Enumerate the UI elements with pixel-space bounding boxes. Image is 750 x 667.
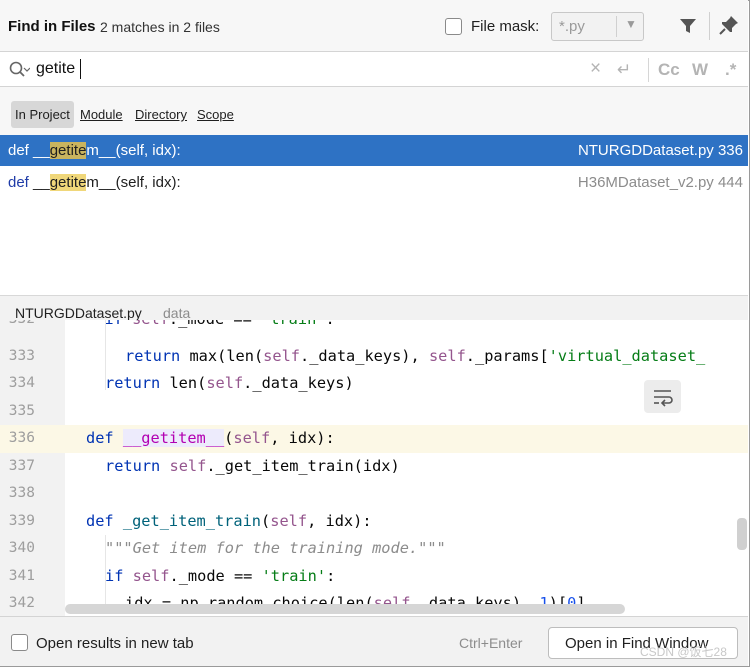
file-mask-value: *.py [559,18,585,35]
line-number: 336 [8,430,35,446]
open-new-tab-label[interactable]: Open results in new tab [36,635,194,652]
result-keyword: def [8,174,29,191]
tab-module[interactable]: Module [76,101,127,128]
match-summary: 2 matches in 2 files [100,19,220,35]
line-number: 341 [8,568,35,584]
file-mask-checkbox[interactable] [445,18,462,35]
result-row[interactable]: def __getitem__(self, idx): H36MDataset_… [0,167,748,198]
file-mask-label: File mask: [471,18,540,35]
dialog-title: Find in Files [8,18,96,35]
line-number: 332 [0,320,35,327]
header-separator [709,12,710,40]
code-line: 334 return len(self._data_keys) [0,370,748,398]
code-text: return self._get_item_train(idx) [105,457,400,475]
tab-in-project[interactable]: In Project [11,101,74,128]
result-file-location: H36MDataset_v2.py 444 [577,174,743,191]
result-code: def __getitem__(self, idx): [8,142,181,159]
line-number: 334 [8,375,35,391]
result-suffix: m__(self, idx): [86,174,181,191]
tab-label: Directory [135,107,188,122]
new-line-icon[interactable]: ↵ [617,60,631,80]
code-line: 338 [0,480,748,508]
line-number: 339 [8,513,35,529]
soft-wrap-icon [654,390,673,407]
tab-label: Module [80,107,123,122]
code-text: def _get_item_train(self, idx): [86,512,372,530]
result-suffix: m__(self, idx): [86,142,181,159]
text-caret [80,59,81,79]
search-input[interactable]: getite [36,60,75,78]
soft-wrap-button[interactable] [644,380,681,413]
pin-icon[interactable] [717,13,741,37]
clear-icon[interactable]: × [590,58,601,80]
chevron-down-icon[interactable]: ▼ [625,17,637,31]
result-prefix: __ [33,142,50,159]
line-number: 342 [8,595,35,611]
vertical-scrollbar[interactable] [737,518,747,550]
code-text: if self._mode == 'train': [105,567,336,585]
tab-scope[interactable]: Scope [193,101,238,128]
shortcut-hint: Ctrl+Enter [459,635,523,651]
tab-directory[interactable]: Directory [131,101,191,128]
dialog-footer: Open results in new tab Ctrl+Enter Open … [0,616,748,666]
scope-tabs: In Project Module Directory Scope [0,87,748,135]
code-line: 340 """Get item for the training mode.""… [0,535,748,563]
preview-directory: data [163,305,191,321]
dialog-header: Find in Files 2 matches in 2 files File … [0,0,748,52]
line-number: 340 [8,540,35,556]
tab-label: In Project [15,107,70,122]
result-match-highlight: getite [49,174,87,191]
result-code: def __getitem__(self, idx): [8,174,181,191]
code-preview[interactable]: 332 if self._mode == 'train': 333 return… [0,320,748,616]
watermark: CSDN @饭七28 [640,645,727,659]
file-mask-combo[interactable]: *.py ▼ [551,12,644,41]
code-line-current: 336 def __getitem__(self, idx): [0,425,748,453]
search-separator [648,58,649,82]
code-line: 333 return max(len(self._data_keys), sel… [0,343,748,371]
code-line: 335 [0,398,748,426]
tab-label: Scope [197,107,234,122]
result-match-highlight: getite [49,142,87,159]
line-number: 335 [8,403,35,419]
combo-separator [616,16,617,37]
result-prefix: __ [33,174,50,191]
whole-words-toggle[interactable]: W [692,60,708,80]
code-line: 339 def _get_item_train(self, idx): [0,508,748,536]
horizontal-scrollbar[interactable] [65,604,625,614]
result-file-location: NTURGDDataset.py 336 [577,142,743,159]
match-case-toggle[interactable]: Cc [658,60,680,80]
results-list: def __getitem__(self, idx): NTURGDDatase… [0,135,748,295]
preview-file-name: NTURGDDataset.py [15,305,142,321]
result-row[interactable]: def __getitem__(self, idx): NTURGDDatase… [0,135,748,166]
code-line: 337 return self._get_item_train(idx) [0,453,748,481]
result-keyword: def [8,142,29,159]
regex-toggle[interactable]: .* [725,60,736,80]
line-number: 337 [8,458,35,474]
code-line: 332 if self._mode == 'train': [0,320,748,334]
line-number: 333 [8,348,35,364]
code-text: return len(self._data_keys) [105,374,354,392]
open-new-tab-checkbox[interactable] [11,634,28,651]
line-number: 338 [8,485,35,501]
indent-guide [105,320,106,390]
code-text: return max(len(self._data_keys), self._p… [125,347,706,365]
code-text: if self._mode == 'train': [86,320,334,328]
code-line: 341 if self._mode == 'train': [0,563,748,591]
code-text: def __getitem__(self, idx): [86,429,335,447]
search-icon[interactable] [8,60,30,80]
filter-icon[interactable] [676,14,700,38]
indent-guide [105,535,106,605]
code-text: """Get item for the training mode.""" [105,539,446,557]
search-row: getite × ↵ Cc W .* [0,52,748,87]
